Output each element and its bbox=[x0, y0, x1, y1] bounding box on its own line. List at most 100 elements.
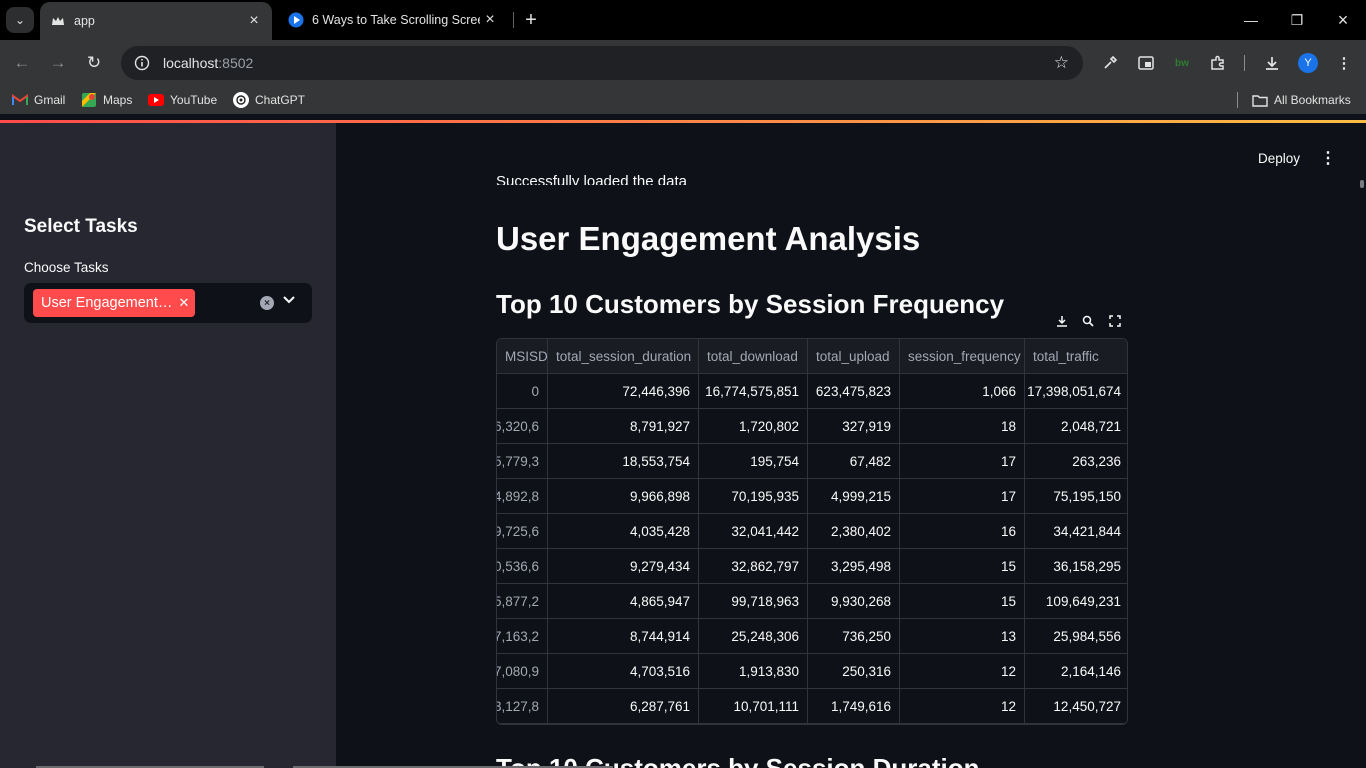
table-cell[interactable]: 4,865,947 bbox=[548, 584, 699, 619]
restore-icon[interactable]: ❐ bbox=[1274, 0, 1320, 40]
remove-chip-icon[interactable]: ✕ bbox=[173, 295, 195, 311]
table-cell[interactable]: 8,744,914 bbox=[548, 619, 699, 654]
table-cell[interactable]: 4,035,428 bbox=[548, 514, 699, 549]
table-cell[interactable]: 736,250 bbox=[808, 619, 900, 654]
download-icon[interactable] bbox=[1053, 312, 1071, 330]
new-tab-plus-icon[interactable]: + bbox=[519, 8, 543, 32]
extensions-puzzle-icon[interactable] bbox=[1207, 52, 1229, 74]
table-cell[interactable]: 15 bbox=[900, 549, 1025, 584]
table-cell[interactable]: 9,930,268 bbox=[808, 584, 900, 619]
bookmark-star-icon[interactable]: ☆ bbox=[1054, 53, 1069, 73]
browser-menu-icon[interactable]: ⋮ bbox=[1333, 52, 1355, 74]
table-cell[interactable]: 9,279,434 bbox=[548, 549, 699, 584]
table-cell[interactable]: 67,482 bbox=[808, 444, 900, 479]
table-cell[interactable]: 18 bbox=[900, 409, 1025, 444]
table-cell[interactable]: 75,195,150 bbox=[1025, 479, 1127, 514]
deploy-button[interactable]: Deploy bbox=[1248, 145, 1310, 171]
column-header[interactable]: total_session_duration bbox=[548, 339, 699, 374]
all-bookmarks[interactable]: All Bookmarks bbox=[1252, 91, 1351, 109]
table-cell[interactable]: 12 bbox=[900, 654, 1025, 689]
table-cell[interactable]: 12 bbox=[900, 689, 1025, 724]
table-cell[interactable]: 2,048,721 bbox=[1025, 409, 1127, 444]
table-cell[interactable]: 70,195,935 bbox=[699, 479, 808, 514]
picture-in-picture-icon[interactable] bbox=[1135, 52, 1157, 74]
table-cell[interactable]: 0,536,6 bbox=[497, 549, 548, 584]
tab-search-button[interactable]: ⌄ bbox=[6, 7, 34, 33]
table-cell[interactable]: 5,779,3 bbox=[497, 444, 548, 479]
table-cell[interactable]: 4,892,8 bbox=[497, 479, 548, 514]
column-header[interactable]: session_frequency bbox=[900, 339, 1025, 374]
table-cell[interactable]: 1,720,802 bbox=[699, 409, 808, 444]
table-cell[interactable]: 25,984,556 bbox=[1025, 619, 1127, 654]
table-cell[interactable]: 5,877,2 bbox=[497, 584, 548, 619]
table-cell[interactable]: 6,320,6 bbox=[497, 409, 548, 444]
bookmark-gmail[interactable]: Gmail bbox=[12, 91, 65, 109]
close-icon[interactable]: × bbox=[244, 11, 264, 31]
table-cell[interactable]: 3,127,8 bbox=[497, 689, 548, 724]
table-cell[interactable]: 25,248,306 bbox=[699, 619, 808, 654]
table-cell[interactable]: 15 bbox=[900, 584, 1025, 619]
column-header[interactable]: MSISDN bbox=[497, 339, 548, 374]
tab-scrolling-screenshots[interactable]: 6 Ways to Take Scrolling Screen × bbox=[278, 0, 508, 40]
minimize-icon[interactable]: — bbox=[1228, 0, 1274, 40]
table-cell[interactable]: 17 bbox=[900, 444, 1025, 479]
fullscreen-icon[interactable] bbox=[1106, 312, 1124, 330]
table-cell[interactable]: 4,703,516 bbox=[548, 654, 699, 689]
back-arrow-icon[interactable]: ← bbox=[9, 50, 35, 76]
table-cell[interactable]: 0 bbox=[497, 374, 548, 409]
table-cell[interactable]: 32,862,797 bbox=[699, 549, 808, 584]
chevron-down-icon[interactable] bbox=[283, 293, 295, 307]
table-cell[interactable]: 1,913,830 bbox=[699, 654, 808, 689]
table-cell[interactable]: 1,749,616 bbox=[808, 689, 900, 724]
bookmark-chatgpt[interactable]: ChatGPT bbox=[233, 91, 305, 109]
bookmark-maps[interactable]: Maps bbox=[81, 91, 132, 109]
app-menu-icon[interactable]: ⋮ bbox=[1318, 145, 1338, 171]
close-window-icon[interactable]: × bbox=[1320, 0, 1366, 40]
bookmark-youtube[interactable]: YouTube bbox=[148, 91, 217, 109]
table-cell[interactable]: 195,754 bbox=[699, 444, 808, 479]
task-multiselect[interactable]: User Engagement Analysis ✕ × bbox=[24, 283, 312, 323]
table-cell[interactable]: 109,649,231 bbox=[1025, 584, 1127, 619]
table-cell[interactable]: 4,999,215 bbox=[808, 479, 900, 514]
table-cell[interactable]: 7,080,9 bbox=[497, 654, 548, 689]
table-cell[interactable]: 8,791,927 bbox=[548, 409, 699, 444]
table-cell[interactable]: 72,446,396 bbox=[548, 374, 699, 409]
table-cell[interactable]: 6,287,761 bbox=[548, 689, 699, 724]
table-cell[interactable]: 327,919 bbox=[808, 409, 900, 444]
table-cell[interactable]: 18,553,754 bbox=[548, 444, 699, 479]
table-cell[interactable]: 9,725,6 bbox=[497, 514, 548, 549]
table-cell[interactable]: 10,701,111 bbox=[699, 689, 808, 724]
table-cell[interactable]: 263,236 bbox=[1025, 444, 1127, 479]
table-cell[interactable]: 9,966,898 bbox=[548, 479, 699, 514]
search-icon[interactable] bbox=[1079, 312, 1097, 330]
table-cell[interactable]: 17,398,051,674 bbox=[1025, 374, 1127, 409]
table-cell[interactable]: 2,164,146 bbox=[1025, 654, 1127, 689]
tab-app[interactable]: app × bbox=[40, 2, 272, 40]
address-bar[interactable]: localhost:8502 ☆ bbox=[121, 46, 1083, 80]
dataframe[interactable]: MSISDNtotal_session_durationtotal_downlo… bbox=[496, 338, 1128, 725]
table-cell[interactable]: 32,041,442 bbox=[699, 514, 808, 549]
table-cell[interactable]: 36,158,295 bbox=[1025, 549, 1127, 584]
table-cell[interactable]: 623,475,823 bbox=[808, 374, 900, 409]
table-cell[interactable]: 12,450,727 bbox=[1025, 689, 1127, 724]
scrollbar[interactable] bbox=[1360, 180, 1364, 188]
reload-icon[interactable]: ↻ bbox=[81, 50, 107, 76]
forward-arrow-icon[interactable]: → bbox=[45, 50, 71, 76]
table-cell[interactable]: 2,380,402 bbox=[808, 514, 900, 549]
column-header[interactable]: total_traffic bbox=[1025, 339, 1127, 374]
table-cell[interactable]: 16,774,575,851 bbox=[699, 374, 808, 409]
download-icon[interactable] bbox=[1261, 52, 1283, 74]
table-cell[interactable]: 1,066 bbox=[900, 374, 1025, 409]
table-cell[interactable]: 3,295,498 bbox=[808, 549, 900, 584]
eyedropper-icon[interactable] bbox=[1099, 52, 1121, 74]
table-cell[interactable]: 34,421,844 bbox=[1025, 514, 1127, 549]
table-cell[interactable]: 16 bbox=[900, 514, 1025, 549]
profile-avatar[interactable]: Y bbox=[1298, 53, 1318, 73]
table-cell[interactable]: 17 bbox=[900, 479, 1025, 514]
extension-badge-icon[interactable]: bw bbox=[1171, 52, 1193, 74]
column-header[interactable]: total_download bbox=[699, 339, 808, 374]
table-cell[interactable]: 13 bbox=[900, 619, 1025, 654]
column-header[interactable]: total_upload bbox=[808, 339, 900, 374]
site-info-icon[interactable] bbox=[127, 55, 157, 71]
table-cell[interactable]: 99,718,963 bbox=[699, 584, 808, 619]
